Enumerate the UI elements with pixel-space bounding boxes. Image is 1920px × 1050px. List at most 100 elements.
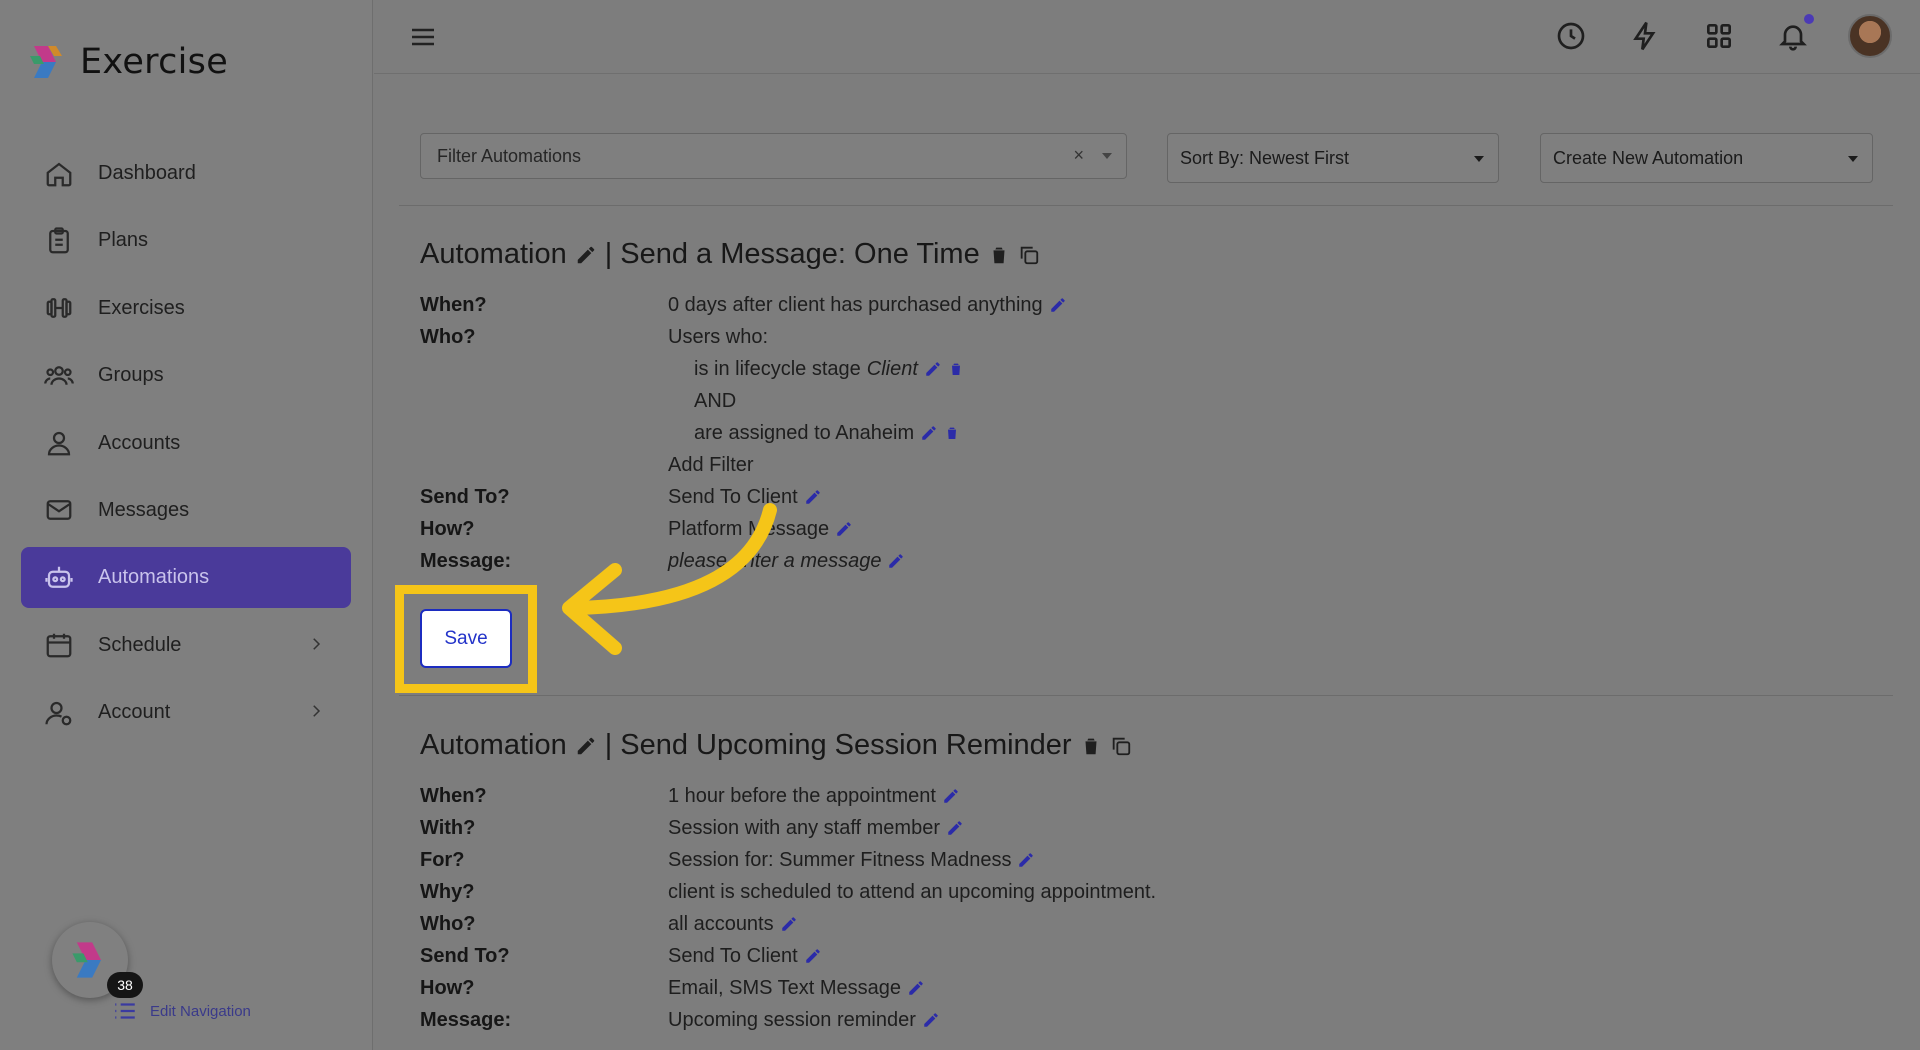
copy-icon[interactable] bbox=[1018, 244, 1040, 266]
field-value: Users who: bbox=[668, 325, 769, 348]
notification-dot bbox=[1804, 14, 1814, 24]
sidebar-item-label: Plans bbox=[98, 229, 149, 252]
save-button[interactable]: Save bbox=[420, 609, 512, 668]
for-value: Session for: Summer Fitness Madness bbox=[668, 848, 1012, 871]
sidebar-item-groups[interactable]: Groups bbox=[21, 345, 351, 406]
pencil-icon[interactable] bbox=[942, 787, 960, 805]
pencil-icon[interactable] bbox=[887, 552, 905, 570]
pencil-icon[interactable] bbox=[922, 1011, 940, 1029]
filter-placeholder: Filter Automations bbox=[437, 145, 582, 166]
sidebar-item-accounts[interactable]: Accounts bbox=[21, 413, 351, 474]
automation-name: Send a Message: One Time bbox=[620, 238, 980, 270]
pencil-icon[interactable] bbox=[835, 520, 853, 538]
trash-icon[interactable] bbox=[944, 424, 962, 442]
when-row: When? 1 hour before the appointment bbox=[420, 781, 960, 811]
pencil-icon[interactable] bbox=[924, 360, 942, 378]
sort-select-value: Sort By: Newest First bbox=[1180, 147, 1350, 168]
field-value: 1 hour before the appointment bbox=[668, 785, 960, 808]
copy-icon[interactable] bbox=[1110, 735, 1132, 757]
field-value: Session for: Summer Fitness Madness bbox=[668, 849, 1035, 872]
field-value: Email, SMS Text Message bbox=[668, 977, 925, 1000]
condition-text: is in lifecycle stage bbox=[694, 357, 861, 380]
field-label: With? bbox=[420, 816, 476, 839]
sidebar-item-label: Messages bbox=[98, 498, 190, 521]
sidebar-item-dashboard[interactable]: Dashboard bbox=[21, 143, 351, 204]
field-label: Why? bbox=[420, 880, 475, 903]
apps-button[interactable] bbox=[1700, 17, 1738, 55]
grid-icon bbox=[1707, 24, 1731, 48]
create-select-value: Create New Automation bbox=[1553, 147, 1744, 168]
field-label: When? bbox=[420, 293, 487, 316]
chevron-right-icon bbox=[307, 635, 325, 653]
pencil-icon[interactable] bbox=[780, 915, 798, 933]
field-label: Who? bbox=[420, 912, 476, 935]
avatar[interactable] bbox=[1848, 14, 1892, 58]
pencil-icon[interactable] bbox=[804, 488, 822, 506]
add-filter-row: Add Filter bbox=[420, 450, 754, 480]
field-value: Send To Client bbox=[668, 945, 822, 968]
brand-logo-icon bbox=[30, 46, 62, 78]
message-row: Message: Upcoming session reminder bbox=[420, 1005, 940, 1035]
envelope-icon bbox=[42, 493, 76, 527]
calendar-icon bbox=[42, 628, 76, 662]
trash-icon[interactable] bbox=[1080, 735, 1102, 757]
trash-icon[interactable] bbox=[948, 360, 966, 378]
sidebar-item-exercises[interactable]: Exercises bbox=[21, 278, 351, 339]
clock-icon bbox=[1557, 22, 1585, 50]
sidebar-item-account[interactable]: Account bbox=[21, 682, 351, 743]
user-cog-icon bbox=[42, 696, 76, 730]
sidebar-item-label: Dashboard bbox=[98, 162, 196, 184]
menu-toggle-button[interactable] bbox=[408, 22, 438, 52]
with-row: With? Session with any staff member bbox=[420, 813, 964, 843]
sidebar-item-label: Exercises bbox=[98, 296, 185, 319]
caret-down-icon bbox=[1474, 156, 1484, 162]
edit-navigation-link[interactable]: Edit Navigation bbox=[112, 998, 251, 1024]
sidebar-nav: Dashboard Plans Exercises Groups Account… bbox=[21, 143, 351, 750]
field-value: 0 days after client has purchased anythi… bbox=[668, 294, 1067, 317]
sidebar-item-messages[interactable]: Messages bbox=[21, 480, 351, 541]
bolt-icon bbox=[1633, 21, 1656, 51]
pencil-icon[interactable] bbox=[907, 979, 925, 997]
automation-label: Automation bbox=[420, 238, 567, 270]
clear-filter-icon[interactable]: × bbox=[1073, 145, 1084, 166]
why-value: client is scheduled to attend an upcomin… bbox=[668, 880, 1157, 903]
notifications-button[interactable] bbox=[1774, 14, 1814, 55]
sidebar-item-plans[interactable]: Plans bbox=[21, 210, 351, 271]
when-row: When? 0 days after client has purchased … bbox=[420, 290, 1067, 320]
pencil-icon[interactable] bbox=[946, 819, 964, 837]
title-separator: | bbox=[604, 238, 613, 270]
history-button[interactable] bbox=[1552, 17, 1590, 55]
dumbbell-icon bbox=[42, 291, 76, 325]
caret-down-icon[interactable] bbox=[1102, 153, 1112, 159]
top-icons bbox=[1552, 14, 1892, 58]
sidebar-item-automations[interactable]: Automations bbox=[21, 547, 351, 609]
condition-text: are assigned to Anaheim bbox=[694, 421, 915, 444]
home-icon bbox=[42, 157, 76, 191]
create-automation-select[interactable]: Create New Automation bbox=[1540, 133, 1873, 183]
pencil-icon[interactable] bbox=[920, 424, 938, 442]
field-value: Upcoming session reminder bbox=[668, 1009, 940, 1032]
brand[interactable]: Exercise bbox=[26, 42, 228, 82]
condition-operator-row: AND bbox=[420, 386, 736, 416]
why-row: Why? client is scheduled to attend an up… bbox=[420, 877, 1156, 907]
robot-icon bbox=[42, 561, 76, 595]
sort-select[interactable]: Sort By: Newest First bbox=[1167, 133, 1499, 183]
and-operator: AND bbox=[694, 389, 737, 412]
divider bbox=[399, 695, 1893, 696]
list-icon bbox=[115, 1003, 135, 1019]
trash-icon[interactable] bbox=[988, 244, 1010, 266]
chevron-right-icon bbox=[307, 702, 325, 720]
quick-actions-button[interactable] bbox=[1626, 17, 1664, 55]
pencil-icon[interactable] bbox=[575, 244, 597, 266]
for-row: For? Session for: Summer Fitness Madness bbox=[420, 845, 1035, 875]
sidebar-item-schedule[interactable]: Schedule bbox=[21, 615, 351, 676]
pencil-icon[interactable] bbox=[575, 735, 597, 757]
pencil-icon[interactable] bbox=[1049, 296, 1067, 314]
pencil-icon[interactable] bbox=[1017, 851, 1035, 869]
when-value: 1 hour before the appointment bbox=[668, 784, 936, 807]
hamburger-icon bbox=[412, 28, 434, 46]
pencil-icon[interactable] bbox=[804, 947, 822, 965]
who-row: Who? Users who: bbox=[420, 322, 768, 352]
filter-automations-input[interactable]: Filter Automations × bbox=[420, 133, 1127, 179]
add-filter-link[interactable]: Add Filter bbox=[668, 454, 754, 477]
